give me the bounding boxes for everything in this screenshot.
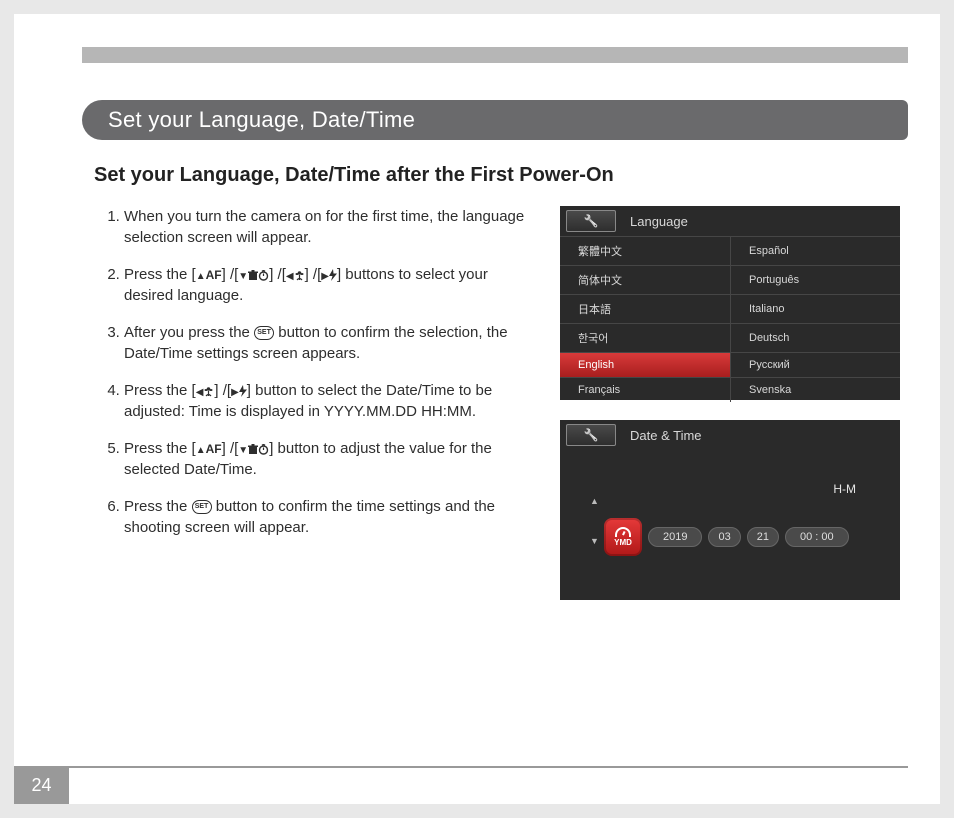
set-button-icon: SET bbox=[254, 326, 274, 340]
macro-flower-icon bbox=[294, 270, 305, 281]
ymd-format-badge: YMD bbox=[604, 518, 642, 556]
down-glyph-icon bbox=[238, 266, 248, 283]
date-time-row: YMD 2019 03 21 00 : 00 bbox=[578, 518, 882, 556]
up-glyph-icon bbox=[196, 266, 206, 283]
af-label: AF bbox=[206, 268, 222, 282]
af-label: AF bbox=[206, 442, 222, 456]
time-chip: 00 : 00 bbox=[785, 527, 849, 547]
language-option: 繁體中文 bbox=[560, 236, 730, 265]
language-option: Svenska bbox=[730, 377, 900, 402]
step-2: Press the [AF] /[] /[] /[] buttons to se… bbox=[124, 264, 529, 306]
down-glyph-icon bbox=[238, 440, 248, 457]
left-glyph-icon bbox=[286, 266, 294, 283]
language-option: 한국어 bbox=[560, 323, 730, 352]
step-4: Press the [] /[] button to select the Da… bbox=[124, 380, 529, 422]
manual-page: Set your Language, Date/Time Set your La… bbox=[14, 14, 940, 804]
trash-icon bbox=[248, 270, 258, 281]
subsection-heading: Set your Language, Date/Time after the F… bbox=[94, 164, 908, 187]
screen-title: Language bbox=[630, 214, 688, 229]
step-6: Press the SET button to confirm the time… bbox=[124, 496, 529, 538]
language-option: Русский bbox=[730, 352, 900, 377]
language-option: Português bbox=[730, 265, 900, 294]
language-grid: 繁體中文Español简体中文Português日本語Italiano한국어De… bbox=[560, 236, 900, 400]
year-chip: 2019 bbox=[648, 527, 702, 547]
flash-icon bbox=[239, 385, 247, 397]
date-time-screen: Date & Time H-M ▲ ▼ YMD 2019 03 21 00 : … bbox=[560, 420, 900, 600]
macro-flower-icon bbox=[203, 386, 214, 397]
wrench-icon bbox=[566, 424, 616, 446]
screen-header: Language bbox=[560, 206, 900, 236]
hour-minute-label: H-M bbox=[833, 482, 856, 496]
right-glyph-icon bbox=[231, 382, 239, 399]
clock-icon bbox=[615, 527, 631, 537]
wrench-icon bbox=[566, 210, 616, 232]
language-option: 日本語 bbox=[560, 294, 730, 323]
left-glyph-icon bbox=[196, 382, 204, 399]
instruction-list: When you turn the camera on for the firs… bbox=[94, 206, 529, 554]
self-timer-icon bbox=[258, 444, 269, 455]
footer-rule bbox=[69, 766, 908, 768]
step-1: When you turn the camera on for the firs… bbox=[124, 206, 529, 248]
language-screen: Language 繁體中文Español简体中文Português日本語Ital… bbox=[560, 206, 900, 400]
step-3: After you press the SET button to confir… bbox=[124, 322, 529, 364]
language-option: 简体中文 bbox=[560, 265, 730, 294]
language-option: English bbox=[560, 352, 730, 377]
section-title: Set your Language, Date/Time bbox=[108, 107, 415, 133]
section-title-band: Set your Language, Date/Time bbox=[82, 100, 908, 140]
flash-icon bbox=[329, 269, 337, 281]
trash-icon bbox=[248, 444, 258, 455]
language-option: Español bbox=[730, 236, 900, 265]
language-option: Italiano bbox=[730, 294, 900, 323]
set-button-icon: SET bbox=[192, 500, 212, 514]
month-chip: 03 bbox=[708, 527, 740, 547]
language-option: Deutsch bbox=[730, 323, 900, 352]
right-glyph-icon bbox=[321, 266, 329, 283]
language-option: Français bbox=[560, 377, 730, 402]
step-5: Press the [AF] /[] button to adjust the … bbox=[124, 438, 529, 480]
screen-title: Date & Time bbox=[630, 428, 702, 443]
screen-header: Date & Time bbox=[560, 420, 900, 450]
day-chip: 21 bbox=[747, 527, 779, 547]
up-arrow-icon: ▲ bbox=[590, 496, 599, 506]
self-timer-icon bbox=[258, 270, 269, 281]
page-number: 24 bbox=[14, 766, 69, 804]
ymd-label: YMD bbox=[614, 538, 632, 547]
up-glyph-icon bbox=[196, 440, 206, 457]
header-stripe bbox=[82, 47, 908, 63]
